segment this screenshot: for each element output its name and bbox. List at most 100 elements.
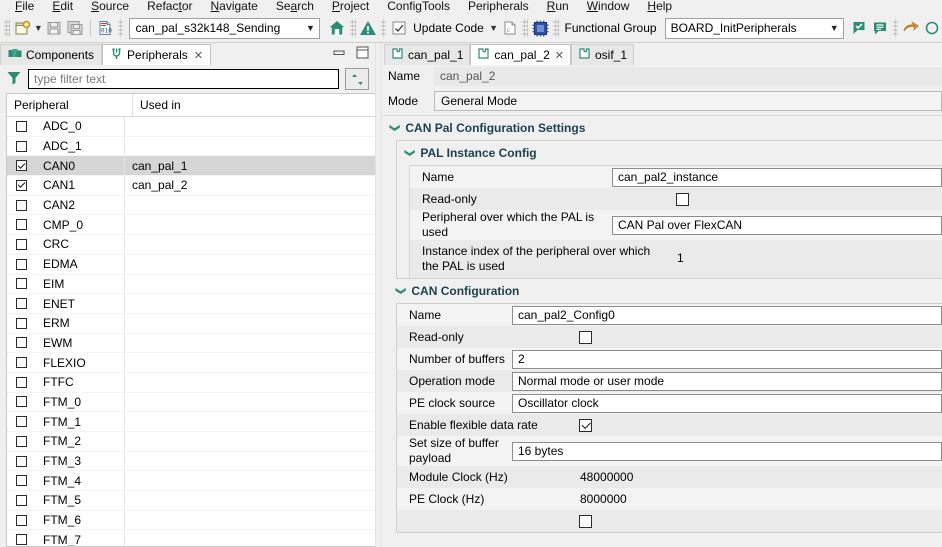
- text-input[interactable]: can_pal2_instance: [612, 167, 942, 187]
- peripheral-checkbox[interactable]: [16, 475, 27, 487]
- close-icon[interactable]: ✕: [194, 49, 203, 62]
- subsection-header-pal-instance[interactable]: ❯ PAL Instance Config: [397, 141, 942, 165]
- chevron-down-icon-section[interactable]: ❯: [389, 124, 400, 132]
- peripheral-checkbox[interactable]: [16, 179, 27, 191]
- peripheral-checkbox[interactable]: [16, 494, 27, 506]
- menu-item-peripherals[interactable]: Peripherals: [459, 0, 538, 13]
- home-icon[interactable]: [327, 17, 348, 39]
- checkbox[interactable]: [579, 330, 592, 344]
- peripheral-checkbox[interactable]: [16, 219, 27, 231]
- menu-item-source[interactable]: Source: [82, 0, 138, 13]
- table-row[interactable]: EDMA: [7, 254, 375, 275]
- redo-arrow-icon[interactable]: [900, 17, 921, 39]
- flag-icon[interactable]: [849, 17, 870, 39]
- tab-peripherals[interactable]: Peripherals ✕: [102, 44, 211, 65]
- checkbox[interactable]: [676, 192, 689, 206]
- peripheral-checkbox[interactable]: [16, 317, 27, 329]
- menu-item-refactor[interactable]: Refactor: [138, 0, 201, 13]
- table-row[interactable]: CAN1 can_pal_2: [7, 176, 375, 196]
- toolbar-grip-2[interactable]: [117, 19, 124, 37]
- table-row[interactable]: FTM_7: [7, 530, 375, 546]
- peripheral-checkbox[interactable]: [16, 455, 27, 467]
- save-icon[interactable]: [44, 17, 65, 39]
- table-row[interactable]: FTM_3: [7, 451, 375, 472]
- table-row[interactable]: CAN0 can_pal_1: [7, 156, 375, 177]
- filter-input[interactable]: type filter text: [28, 69, 339, 89]
- project-select[interactable]: can_pal_s32k148_Sending ▼: [129, 17, 320, 39]
- menu-item-project[interactable]: Project: [323, 0, 378, 13]
- table-row[interactable]: FTM_4: [7, 471, 375, 492]
- table-row[interactable]: FLEXIO: [7, 353, 375, 373]
- text-input[interactable]: CAN Pal over FlexCAN: [612, 215, 942, 235]
- update-code-label[interactable]: Update Code: [409, 21, 488, 35]
- peripheral-checkbox[interactable]: [16, 534, 27, 546]
- table-row[interactable]: CRC: [7, 235, 375, 255]
- table-row[interactable]: FTM_6: [7, 510, 375, 531]
- peripheral-checkbox[interactable]: [16, 416, 27, 428]
- extra-icon[interactable]: [921, 17, 942, 39]
- new-file-icon[interactable]: [12, 17, 33, 39]
- update-code-dropdown-caret[interactable]: ▼: [488, 17, 499, 39]
- maximize-icon[interactable]: [356, 46, 369, 62]
- chevron-down-icon-can[interactable]: ❯: [395, 287, 406, 295]
- peripheral-checkbox[interactable]: [16, 435, 27, 447]
- column-header-peripheral[interactable]: Peripheral: [7, 94, 133, 116]
- peripherals-table[interactable]: Peripheral Used in ADC_0 ADC_1 CAN0 can_pal…: [6, 93, 375, 547]
- tab-components[interactable]: Components: [0, 44, 103, 65]
- sort-updown-icon[interactable]: [345, 68, 369, 90]
- update-code-icon[interactable]: [388, 17, 409, 39]
- text-input[interactable]: Normal mode or user mode: [512, 371, 942, 391]
- peripheral-checkbox[interactable]: [16, 376, 27, 388]
- pane-splitter[interactable]: [375, 43, 382, 547]
- peripheral-checkbox[interactable]: [16, 199, 27, 211]
- table-row[interactable]: ADC_1: [7, 136, 375, 157]
- binary-icon[interactable]: 010: [95, 17, 116, 39]
- text-input[interactable]: can_pal2_Config0: [512, 305, 942, 325]
- peripheral-checkbox[interactable]: [16, 337, 27, 349]
- table-row[interactable]: ERM: [7, 313, 375, 334]
- chip-icon[interactable]: [530, 17, 551, 39]
- minimize-icon[interactable]: [333, 47, 346, 61]
- component-mode-value[interactable]: General Mode: [434, 91, 942, 111]
- menu-item-edit[interactable]: Edit: [43, 0, 82, 13]
- save-all-icon[interactable]: [65, 17, 86, 39]
- editor-tab-osif-1[interactable]: osif_1: [571, 44, 635, 65]
- table-row[interactable]: FTM_5: [7, 491, 375, 511]
- menu-item-search[interactable]: Search: [267, 0, 323, 13]
- document-icon[interactable]: c: [499, 17, 520, 39]
- menu-item-window[interactable]: Window: [578, 0, 639, 13]
- menu-item-file[interactable]: FFileile: [6, 0, 43, 13]
- peripheral-checkbox[interactable]: [16, 258, 27, 270]
- peripheral-checkbox[interactable]: [16, 514, 27, 526]
- editor-tab-can-pal-1[interactable]: can_pal_1: [384, 44, 471, 65]
- table-row[interactable]: FTFC: [7, 372, 375, 393]
- table-row[interactable]: EWM: [7, 333, 375, 354]
- menu-item-navigate[interactable]: Navigate: [201, 0, 266, 13]
- close-icon-editor[interactable]: ✕: [555, 49, 564, 62]
- menu-item-help[interactable]: Help: [638, 0, 681, 13]
- table-row[interactable]: EIM: [7, 274, 375, 295]
- table-row[interactable]: CMP_0: [7, 215, 375, 236]
- text-input[interactable]: 16 bytes: [512, 441, 942, 461]
- menu-item-run[interactable]: Run: [538, 0, 578, 13]
- table-row[interactable]: CAN2: [7, 195, 375, 216]
- peripheral-checkbox[interactable]: [16, 298, 27, 310]
- peripheral-checkbox[interactable]: [16, 357, 27, 369]
- toolbar-grip[interactable]: [4, 19, 10, 37]
- chevron-down-icon[interactable]: ▼: [302, 19, 319, 38]
- section-header-can-configuration[interactable]: ❯ CAN Configuration: [388, 279, 942, 303]
- peripheral-checkbox[interactable]: [16, 120, 27, 132]
- peripheral-checkbox[interactable]: [16, 238, 27, 250]
- peripheral-checkbox[interactable]: [16, 160, 27, 172]
- peripheral-checkbox[interactable]: [16, 140, 27, 152]
- peripheral-checkbox[interactable]: [16, 396, 27, 408]
- peripheral-checkbox[interactable]: [16, 278, 27, 290]
- chevron-down-icon-pal[interactable]: ❯: [404, 149, 415, 157]
- editor-tab-can-pal-2[interactable]: can_pal_2 ✕: [470, 44, 571, 65]
- section-header-can-pal-settings[interactable]: ❯ CAN Pal Configuration Settings: [382, 116, 942, 140]
- column-header-used-in[interactable]: Used in: [133, 94, 375, 116]
- warning-icon[interactable]: [358, 17, 379, 39]
- table-row[interactable]: ENET: [7, 294, 375, 314]
- table-row[interactable]: FTM_0: [7, 392, 375, 413]
- checkbox[interactable]: [579, 514, 592, 528]
